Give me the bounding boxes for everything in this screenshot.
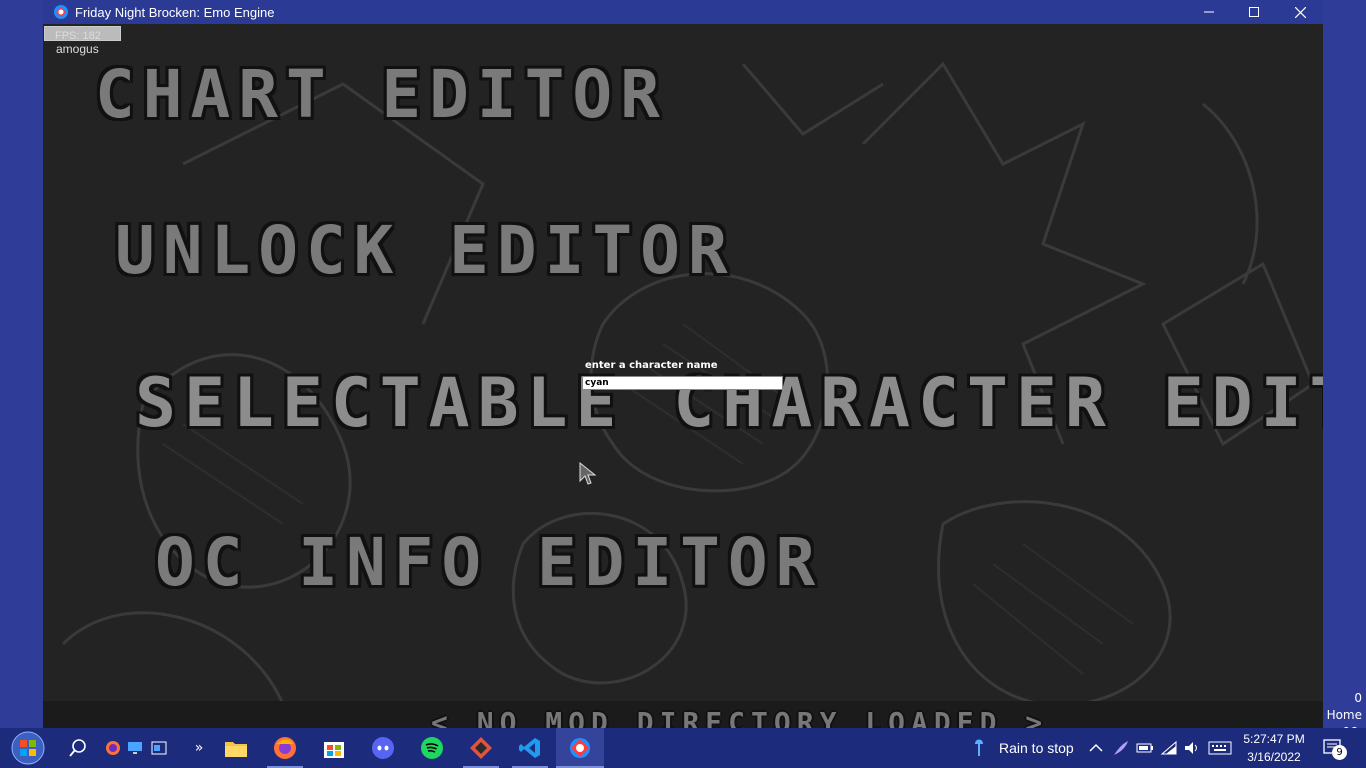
vscode-icon <box>519 738 540 758</box>
fps-counter: FPS: 182 <box>55 30 101 42</box>
mouse-cursor-icon <box>579 462 597 485</box>
window-titlebar[interactable]: Friday Night Brocken: Emo Engine <box>43 0 1323 24</box>
maximize-icon <box>1249 7 1259 17</box>
taskbar-fnf-game[interactable] <box>556 728 604 768</box>
store-icon <box>324 742 344 758</box>
wifi-icon <box>1160 740 1177 755</box>
search-button[interactable] <box>64 728 92 768</box>
maximize-button[interactable] <box>1231 0 1277 24</box>
taskbar-clock[interactable]: 5:27:47 PM 3/16/2022 <box>1232 728 1316 768</box>
quicklaunch-desktop[interactable] <box>126 728 144 768</box>
app-icon <box>54 5 68 19</box>
desktop-icon <box>128 742 142 754</box>
weather-icon-wrap[interactable] <box>970 728 988 768</box>
notification-center-button[interactable]: 9 <box>1322 728 1347 768</box>
minimize-button[interactable] <box>1186 0 1232 24</box>
tray-overflow-button[interactable] <box>1089 728 1103 768</box>
menu-item-oc-info-editor[interactable]: OC INFO EDITOR <box>155 524 823 601</box>
windows-start-icon <box>11 731 45 765</box>
menu-item-unlock-editor[interactable]: UNLOCK EDITOR <box>115 212 736 289</box>
window-title: Friday Night Brocken: Emo Engine <box>75 4 275 20</box>
taskbar-spotify[interactable] <box>414 728 450 768</box>
notification-badge: 9 <box>1332 745 1347 760</box>
tray-wifi-wrap[interactable] <box>1160 728 1178 768</box>
firefox-icon <box>274 737 296 759</box>
game-window: Friday Night Brocken: Emo Engine FPS: 18… <box>43 0 1323 728</box>
taskbar-firefox[interactable] <box>267 728 303 768</box>
quicklaunch-overflow[interactable]: » <box>190 728 208 768</box>
tray-keyboard-wrap[interactable] <box>1208 728 1232 768</box>
game-app-icon <box>570 738 590 758</box>
window-switch-icon <box>151 741 167 755</box>
menu-item-chart-editor[interactable]: CHART EDITOR <box>95 56 668 133</box>
battery-icon <box>1136 743 1153 753</box>
taskbar-discord[interactable] <box>365 728 401 768</box>
close-button[interactable] <box>1277 0 1323 24</box>
clock-date: 3/16/2022 <box>1247 750 1301 764</box>
fps-label: FPS: <box>55 30 80 42</box>
mod-directory-status[interactable]: < NO MOD DIRECTORY LOADED > <box>431 706 1048 728</box>
quicklaunch-firefox[interactable] <box>104 728 122 768</box>
game-canvas[interactable]: FPS: 182 amogus CHART EDITOR UNLOCK EDIT… <box>43 24 1323 728</box>
keyboard-icon <box>1208 741 1232 755</box>
character-name-prompt: enter a character name <box>585 360 718 371</box>
taskbar-vscode[interactable] <box>512 728 548 768</box>
character-name-input[interactable]: cyan <box>582 376 783 390</box>
tray-pen-icon-wrap[interactable] <box>1112 728 1130 768</box>
discord-icon <box>372 737 394 759</box>
minimize-icon <box>1204 11 1214 13</box>
spotify-icon <box>421 737 443 759</box>
taskbar-app-diamond[interactable] <box>463 728 499 768</box>
close-icon <box>1294 6 1306 18</box>
weather-text: Rain to stop <box>999 740 1074 756</box>
clock-time: 5:27:47 PM <box>1243 732 1305 746</box>
debug-text: amogus <box>56 42 99 56</box>
quicklaunch-window-switch[interactable] <box>150 728 168 768</box>
fps-value: 182 <box>82 30 101 42</box>
umbrella-icon <box>975 739 983 756</box>
feather-icon <box>1114 741 1128 755</box>
chevron-up-icon <box>1089 743 1103 752</box>
weather-widget[interactable]: Rain to stop <box>999 728 1074 768</box>
chevrons-icon: » <box>194 740 204 756</box>
tray-volume-wrap[interactable] <box>1183 728 1201 768</box>
taskbar-file-explorer[interactable] <box>218 728 254 768</box>
taskbar-store[interactable] <box>316 728 352 768</box>
diamond-app-icon <box>470 737 492 759</box>
speaker-icon <box>1185 742 1197 754</box>
folder-icon <box>225 742 247 757</box>
search-icon <box>69 739 86 757</box>
tray-battery-wrap[interactable] <box>1136 728 1154 768</box>
start-button[interactable] <box>6 728 50 768</box>
desktop-edge-text-1: 0 Home <box>1326 691 1362 722</box>
firefox-icon <box>106 741 120 755</box>
